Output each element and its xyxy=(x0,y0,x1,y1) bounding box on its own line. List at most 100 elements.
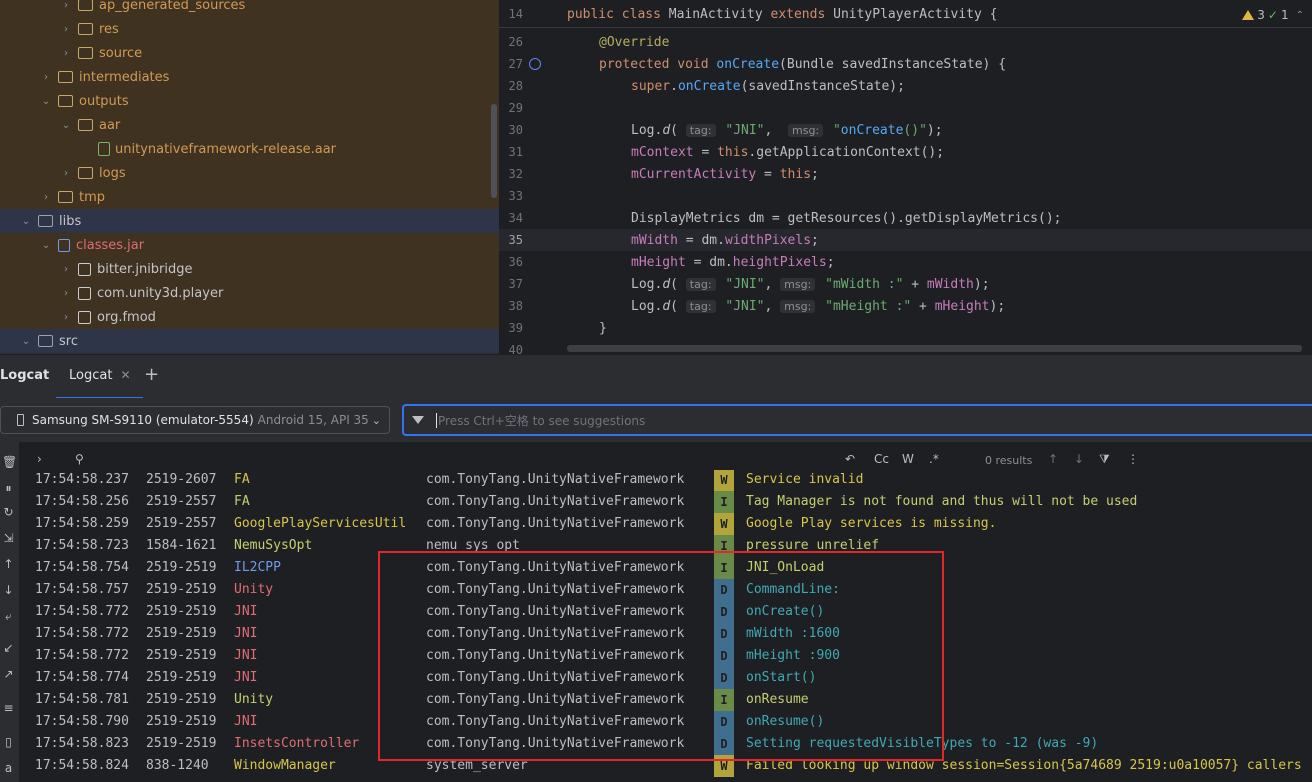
chevron-down-icon[interactable]: ⌄ xyxy=(40,239,52,251)
tree-item[interactable]: ⌄ libs xyxy=(0,209,499,233)
code-line[interactable]: 31 mContext = this.getApplicationContext(… xyxy=(499,141,1312,163)
tree-item[interactable]: › res xyxy=(0,17,499,41)
chevron-down-icon[interactable]: ⌄ xyxy=(20,215,32,227)
tree-item[interactable]: › org.fmod xyxy=(0,305,499,329)
filter-icon[interactable]: ⧩ xyxy=(1099,452,1110,467)
code-line[interactable]: 39} xyxy=(499,317,1312,339)
chevron-right-icon[interactable]: › xyxy=(60,0,72,11)
log-pid: 2519-2519 xyxy=(146,670,217,685)
search-icon[interactable]: ⚲ xyxy=(75,452,84,466)
code-line[interactable]: 28 super.onCreate(savedInstanceState); xyxy=(499,75,1312,97)
folder-icon xyxy=(78,47,93,59)
code-line[interactable]: 29 xyxy=(499,97,1312,119)
tree-item[interactable]: › logs xyxy=(0,161,499,185)
tree-item[interactable]: ⌄ aar xyxy=(0,113,499,137)
match-case-toggle[interactable]: Cc xyxy=(874,452,889,466)
log-time: 17:54:58.772 xyxy=(35,626,129,641)
tree-item[interactable]: › intermediates xyxy=(0,65,499,89)
scroll-to-end-icon[interactable]: ⇲ xyxy=(2,532,15,545)
code-line[interactable]: 35 mWidth = dm.widthPixels; xyxy=(499,229,1312,251)
code-line[interactable]: 30 Log.d( tag: "JNI", msg: "onCreate()"); xyxy=(499,119,1312,141)
problems-indicator[interactable]: 3 ✓ 1 ⌃ xyxy=(1242,8,1304,22)
log-tag: JNI xyxy=(234,714,258,729)
folder-icon xyxy=(78,0,93,11)
code-line[interactable]: 37 Log.d( tag: "JNI", msg: "mWidth :" + m… xyxy=(499,273,1312,295)
format-icon[interactable]: a xyxy=(2,762,15,775)
log-row[interactable]: 17:54:58.256 2519-2557 FA com.TonyTang.Unit… xyxy=(19,491,1312,513)
code-text: } xyxy=(599,320,607,336)
tree-item[interactable]: ⌄ outputs xyxy=(0,89,499,113)
add-tab-icon[interactable]: + xyxy=(144,364,159,385)
filter-icon[interactable] xyxy=(412,416,424,424)
log-tag: Unity xyxy=(234,692,274,707)
tree-item[interactable]: › source xyxy=(0,41,499,65)
log-tag: JNI xyxy=(234,626,258,641)
log-row[interactable]: 17:54:58.259 2519-2557 GooglePlayServicesU… xyxy=(19,513,1312,535)
chevron-right-icon[interactable]: › xyxy=(40,191,52,203)
tree-item[interactable]: › com.unity3d.player xyxy=(0,281,499,305)
code-line[interactable]: 32 mCurrentActivity = this; xyxy=(499,163,1312,185)
logcat-filter-input[interactable]: Press Ctrl+空格 to see suggestions xyxy=(402,404,1312,436)
editor-horizontal-scrollbar[interactable] xyxy=(567,345,1302,352)
chevron-down-icon[interactable]: ⌄ xyxy=(60,119,72,131)
code-text: Log.d( tag: "JNI", msg: "mWidth :" + mWi… xyxy=(631,276,990,292)
log-tag: GooglePlayServicesUtil xyxy=(234,516,407,531)
code-line[interactable]: 27 protected void onCreate(Bundle savedIn… xyxy=(499,53,1312,75)
code-line[interactable]: 34 DisplayMetrics dm = getResources().get… xyxy=(499,207,1312,229)
tree-item[interactable]: ⌄ classes.jar xyxy=(0,233,499,257)
log-pid: 2519-2519 xyxy=(146,582,217,597)
code-editor[interactable]: 14 public class MainActivity extends Uni… xyxy=(499,0,1312,354)
code-line[interactable]: 36 mHeight = dm.heightPixels; xyxy=(499,251,1312,273)
tree-item[interactable]: › ap_generated_sources xyxy=(0,0,499,17)
up-arrow-icon[interactable]: ↑ xyxy=(2,558,15,571)
whole-words-toggle[interactable]: W xyxy=(902,452,914,466)
regex-toggle[interactable]: .* xyxy=(929,452,939,466)
restart-icon[interactable]: ↻ xyxy=(2,506,15,519)
previous-occurrence-icon[interactable]: ↑ xyxy=(1048,452,1058,466)
chevron-down-icon[interactable]: ⌄ xyxy=(20,335,32,347)
close-icon[interactable]: ✕ xyxy=(120,368,130,382)
settings-icon[interactable]: ≡ xyxy=(2,702,15,715)
chevron-right-icon[interactable]: › xyxy=(60,311,72,323)
log-tag: WindowManager xyxy=(234,758,336,773)
code-line[interactable]: 38 Log.d( tag: "JNI", msg: "mHeight :" + … xyxy=(499,295,1312,317)
next-occurrence-icon[interactable]: ↓ xyxy=(1074,452,1084,466)
up-arrow-icon[interactable]: ⌃ xyxy=(1296,10,1304,21)
device-selector[interactable]: Samsung SM-S9110 (emulator-5554) Android… xyxy=(0,406,390,434)
expand-icon[interactable]: › xyxy=(37,452,42,466)
tree-item[interactable]: › tmp xyxy=(0,185,499,209)
log-message: Service invalid xyxy=(746,472,864,487)
import-icon[interactable]: ↙ xyxy=(2,642,15,655)
line-number: 39 xyxy=(508,321,523,335)
log-tag: NemuSysOpt xyxy=(234,538,313,553)
line-number: 33 xyxy=(508,189,523,203)
tree-item[interactable]: ⌄ src xyxy=(0,329,499,353)
tree-item[interactable]: unitynativeframework-release.aar xyxy=(0,137,499,161)
down-arrow-icon[interactable]: ↓ xyxy=(2,584,15,597)
log-row[interactable]: 17:54:58.237 2519-2607 FA com.TonyTang.Unit… xyxy=(19,470,1312,491)
line-number: 38 xyxy=(508,299,523,313)
more-options-icon[interactable]: ⋮ xyxy=(1127,452,1139,466)
tree-item[interactable]: › bitter.jnibridge xyxy=(0,257,499,281)
chevron-right-icon[interactable]: › xyxy=(40,71,52,83)
code-text: mCurrentActivity = this; xyxy=(631,166,819,182)
chevron-right-icon[interactable]: › xyxy=(60,287,72,299)
tree-item-label: outputs xyxy=(79,93,129,109)
tree-scrollbar[interactable] xyxy=(491,104,497,198)
chevron-right-icon[interactable]: › xyxy=(60,263,72,275)
code-line[interactable]: 26 @Override xyxy=(499,31,1312,53)
chevron-right-icon[interactable]: › xyxy=(60,167,72,179)
chevron-right-icon[interactable]: › xyxy=(60,23,72,35)
export-icon[interactable]: ↗ xyxy=(2,668,15,681)
override-icon[interactable] xyxy=(529,58,541,70)
replace-icon[interactable]: ↶ xyxy=(845,452,855,466)
code-line[interactable]: 33 xyxy=(499,185,1312,207)
clear-logcat-icon[interactable]: 🗑 xyxy=(2,456,17,469)
log-package: com.TonyTang.UnityNativeFramework xyxy=(426,494,685,509)
soft-wrap-icon[interactable]: ⤶ xyxy=(2,610,15,623)
chevron-right-icon[interactable]: › xyxy=(60,47,72,59)
split-view-icon[interactable]: ▯ xyxy=(2,736,15,749)
pause-icon[interactable]: ⏸ xyxy=(2,482,15,495)
chevron-down-icon[interactable]: ⌄ xyxy=(40,95,52,107)
tab-logcat[interactable]: Logcat ✕ xyxy=(56,355,143,399)
